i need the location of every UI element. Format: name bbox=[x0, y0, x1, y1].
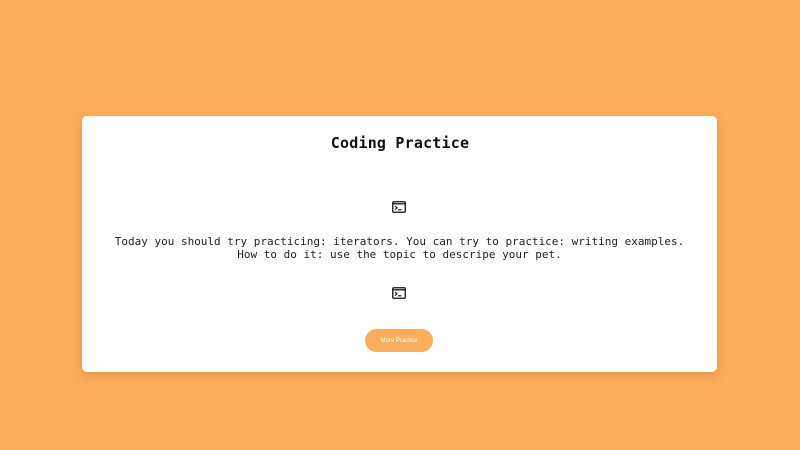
more-practice-button[interactable]: More Practice bbox=[365, 329, 433, 352]
page-title: Coding Practice bbox=[330, 134, 470, 152]
practice-message: Today you should try practicing: iterato… bbox=[114, 235, 685, 261]
practice-card: Today you should try practicing: iterato… bbox=[82, 116, 717, 372]
terminal-icon bbox=[392, 287, 406, 299]
terminal-icon bbox=[392, 201, 406, 213]
